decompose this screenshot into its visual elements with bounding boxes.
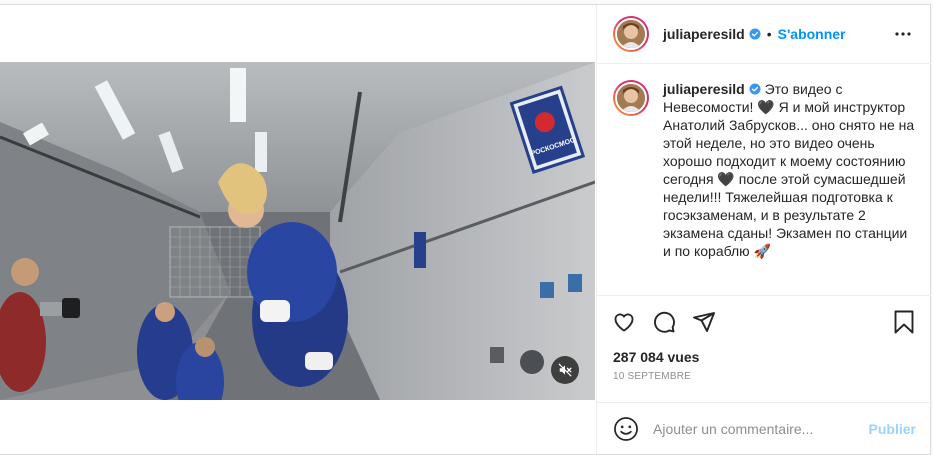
post-header: juliaperesild • S'abonner: [597, 5, 931, 64]
comment-form: Publier: [597, 402, 932, 454]
paper-plane-icon: [693, 312, 715, 332]
comment-button[interactable]: [651, 309, 677, 335]
like-button[interactable]: [611, 309, 637, 335]
comment-bubble-icon: [654, 311, 675, 333]
avatar-ring[interactable]: [613, 16, 649, 52]
speaker-muted-icon: [558, 363, 572, 377]
caption-text: Это видео с Невесомости! 🖤 Я и мой инстр…: [663, 81, 915, 259]
caption-avatar-ring[interactable]: [613, 80, 649, 116]
view-count[interactable]: 287 084 vues: [597, 348, 931, 370]
mute-button[interactable]: [551, 356, 579, 384]
avatar: [615, 18, 647, 50]
publish-button[interactable]: Publier: [869, 421, 916, 437]
post-date[interactable]: 10 SEPTEMBRE: [597, 370, 931, 400]
smiley-icon[interactable]: [613, 416, 639, 442]
video-player[interactable]: РОСКОСМОС: [0, 62, 595, 400]
verified-badge-icon: [749, 83, 761, 95]
comment-input[interactable]: [653, 420, 869, 437]
heart-icon: [614, 313, 634, 332]
action-bar: [597, 296, 931, 348]
caption-area: juliaperesild Это видео с Невесомости! 🖤…: [597, 64, 931, 296]
more-horizontal-icon: [895, 32, 911, 36]
caption: juliaperesild Это видео с Невесомости! 🖤…: [663, 80, 915, 279]
media-panel: РОСКОСМОС: [0, 5, 595, 454]
more-options-button[interactable]: [891, 22, 915, 46]
caption-username[interactable]: juliaperesild: [663, 81, 745, 97]
bookmark-icon: [894, 310, 914, 334]
post-sidebar: juliaperesild • S'abonner juliaperesild …: [596, 5, 932, 454]
instagram-post: РОСКОСМОС juliaperesild • S'abonner juli…: [0, 4, 932, 455]
header-separator: •: [766, 26, 772, 42]
save-button[interactable]: [891, 309, 917, 335]
share-button[interactable]: [691, 309, 717, 335]
header-username[interactable]: juliaperesild: [663, 26, 745, 42]
caption-avatar: [615, 82, 647, 114]
video-frame: РОСКОСМОС: [0, 62, 595, 400]
follow-button[interactable]: S'abonner: [778, 26, 846, 42]
verified-badge-icon: [749, 28, 761, 40]
